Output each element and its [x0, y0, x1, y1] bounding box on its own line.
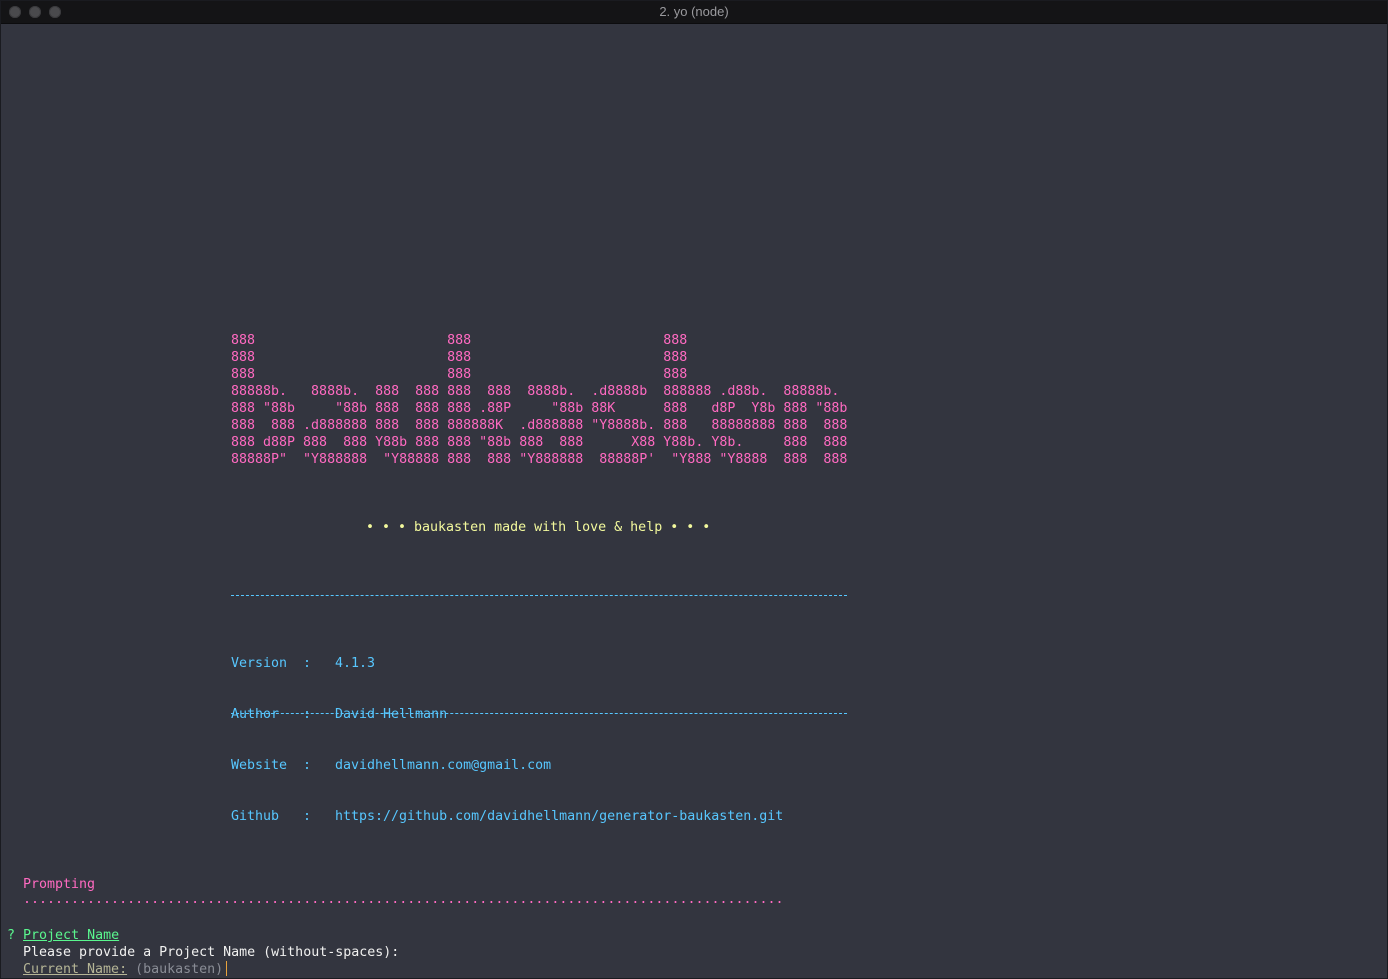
info-separator: : — [303, 758, 312, 773]
divider-bottom — [231, 713, 847, 714]
info-value: davidhellmann.com@gmail.com — [335, 758, 552, 773]
current-name-default: (baukasten) — [135, 962, 224, 977]
info-row-github: Github: https://github.com/davidhellmann/… — [231, 808, 783, 825]
text-cursor — [226, 961, 228, 976]
ascii-art-logo: 888 888 888 888 888 888 888 888 888 8888… — [231, 333, 848, 467]
info-row-version: Version: 4.1.3 — [231, 655, 783, 672]
info-separator: : — [303, 809, 312, 824]
divider-top — [231, 595, 847, 596]
info-value: David Hellmann — [335, 707, 448, 722]
info-key: Author — [231, 707, 280, 722]
tagline: • • • baukasten made with love & help • … — [366, 520, 711, 535]
info-value: 4.1.3 — [335, 656, 376, 671]
info-value: https://github.com/davidhellmann/generat… — [335, 809, 784, 824]
info-block: Version: 4.1.3 Author: David Hellmann Webs… — [231, 621, 783, 859]
window-title: 2. yo (node) — [659, 4, 729, 19]
info-key: Version — [231, 656, 288, 671]
info-row-website: Website: davidhellmann.com@gmail.com — [231, 757, 783, 774]
question-mark: ? — [7, 928, 16, 943]
answer-input-line[interactable]: Current Name: (baukasten) — [23, 961, 228, 978]
info-key: Github — [231, 809, 280, 824]
info-key: Website — [231, 758, 288, 773]
terminal-window: 2. yo (node) 888 888 888 888 888 888 888… — [0, 0, 1388, 979]
title-bar: 2. yo (node) — [1, 1, 1387, 24]
info-separator: : — [303, 656, 312, 671]
info-row-author: Author: David Hellmann — [231, 706, 783, 723]
dotted-separator: ........................................… — [23, 892, 784, 907]
current-name-label: Current Name: — [23, 962, 128, 977]
question-description: Please provide a Project Name (without-s… — [23, 945, 400, 960]
question-label: Project Name — [23, 928, 120, 943]
question-line: ? Project Name — [7, 927, 119, 944]
info-separator: : — [303, 707, 312, 722]
